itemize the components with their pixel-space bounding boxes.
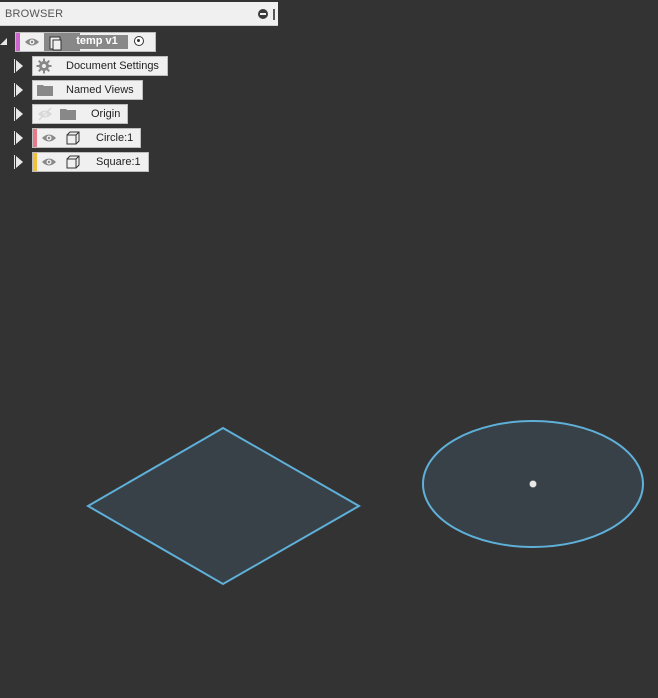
expand-arrow-icon[interactable] bbox=[14, 107, 24, 121]
activate-radio-button[interactable] bbox=[134, 36, 144, 46]
square-component-node[interactable]: Square:1 bbox=[32, 152, 149, 172]
circle-component-node[interactable]: Circle:1 bbox=[32, 128, 141, 148]
root-label: temp v1 bbox=[76, 35, 118, 47]
expand-arrow-icon[interactable] bbox=[14, 59, 24, 73]
tree-row-named-views: Named Views bbox=[14, 80, 174, 100]
circle-component-label: Circle:1 bbox=[96, 132, 134, 144]
folder-icon bbox=[37, 83, 53, 97]
tree-row-square: Square:1 bbox=[14, 152, 174, 172]
browser-panel-header: BROWSER bbox=[0, 2, 278, 26]
root-component-node[interactable]: temp v1 bbox=[15, 32, 156, 52]
gear-icon bbox=[36, 58, 52, 74]
tree-row-origin: Origin bbox=[14, 104, 174, 124]
square-sketch[interactable] bbox=[86, 426, 362, 586]
panel-resize-handle[interactable] bbox=[273, 9, 275, 20]
circle-sketch[interactable] bbox=[422, 420, 644, 548]
document-settings-label: Document Settings bbox=[66, 60, 159, 72]
component-icon bbox=[65, 154, 81, 169]
fusion-workspace: BROWSER temp v1 Document Settings Named … bbox=[0, 0, 658, 698]
circle-color-strip bbox=[33, 129, 37, 147]
folder-icon bbox=[60, 107, 76, 121]
document-settings-node[interactable]: Document Settings bbox=[32, 56, 168, 76]
expand-arrow-icon[interactable] bbox=[14, 83, 24, 97]
square-component-label: Square:1 bbox=[96, 156, 141, 168]
expand-arrow-icon[interactable] bbox=[14, 155, 24, 169]
origin-label: Origin bbox=[91, 108, 121, 120]
eye-icon[interactable] bbox=[24, 35, 40, 49]
tree-row-document-settings: Document Settings bbox=[14, 56, 174, 76]
component-icon bbox=[65, 130, 81, 145]
collapse-panel-button[interactable] bbox=[258, 9, 268, 19]
browser-title: BROWSER bbox=[5, 8, 64, 20]
root-label-highlight: temp v1 bbox=[66, 35, 128, 49]
tree-row-root: temp v1 bbox=[0, 32, 160, 52]
named-views-label: Named Views bbox=[66, 84, 134, 96]
root-color-strip bbox=[16, 33, 20, 51]
eye-icon[interactable] bbox=[41, 155, 57, 169]
eye-icon[interactable] bbox=[41, 131, 57, 145]
eye-hidden-icon[interactable] bbox=[37, 107, 53, 121]
expand-arrow-icon[interactable] bbox=[14, 131, 24, 145]
square-color-strip bbox=[33, 153, 37, 171]
origin-node[interactable]: Origin bbox=[32, 104, 128, 124]
collapse-arrow-icon[interactable] bbox=[0, 35, 10, 49]
named-views-node[interactable]: Named Views bbox=[32, 80, 143, 100]
component-document-icon bbox=[48, 35, 64, 51]
tree-row-circle: Circle:1 bbox=[14, 128, 174, 148]
